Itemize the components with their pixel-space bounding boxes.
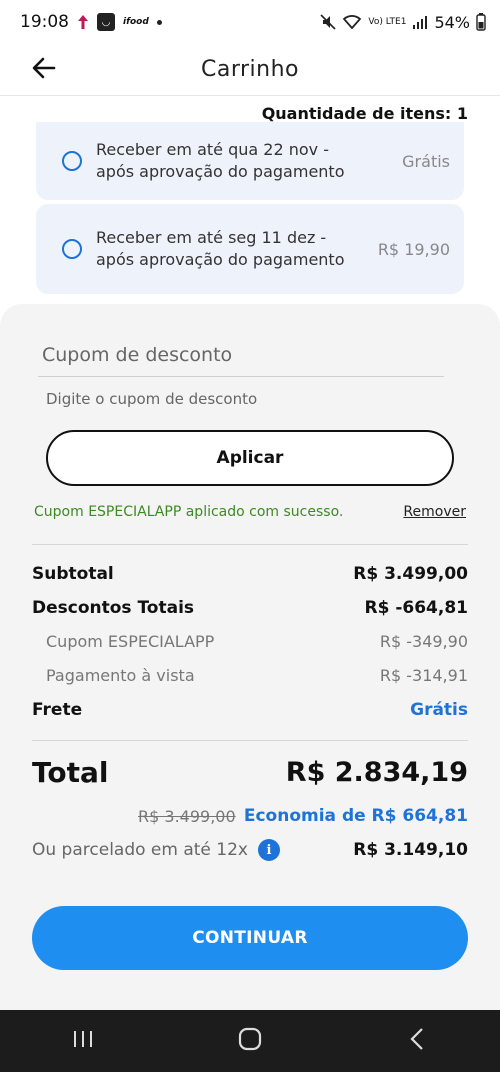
coupon-discount-label: Cupom ESPECIALAPP [46, 632, 215, 651]
economy-row: R$ 3.499,00 Economia de R$ 664,81 [32, 806, 468, 826]
coupon-success-message: Cupom ESPECIALAPP aplicado com sucesso. [34, 504, 344, 520]
installment-label: Ou parcelado em até 12x [32, 840, 248, 860]
shipping-option-paid[interactable]: Receber em até seg 11 dez - após aprovaç… [36, 204, 464, 294]
page-title: Carrinho [200, 57, 299, 82]
status-time: 19:08 [20, 12, 69, 32]
total-row: Total R$ 2.834,19 [32, 756, 468, 789]
shipping-option-radio[interactable] [62, 151, 82, 171]
cash-discount-row: Pagamento à vista R$ -314,91 [32, 666, 468, 685]
cash-discount-label: Pagamento à vista [46, 666, 195, 685]
home-icon [238, 1027, 262, 1055]
economy-label: Economia de R$ 664,81 [243, 806, 468, 826]
upload-arrow-icon [77, 14, 89, 30]
subtotal-label: Subtotal [32, 564, 114, 584]
recent-apps-icon [72, 1029, 94, 1053]
mute-icon [320, 14, 336, 30]
shipping-value: Grátis [410, 700, 468, 720]
app-bar: Carrinho [0, 44, 500, 96]
coupon-discount-value: R$ -349,90 [379, 632, 468, 651]
shipping-option-price: Grátis [402, 151, 450, 171]
discounts-row: Descontos Totais R$ -664,81 [32, 598, 468, 618]
arrow-left-icon [32, 57, 56, 83]
recent-apps-button[interactable] [53, 1016, 113, 1066]
home-button[interactable] [220, 1016, 280, 1066]
signal-icon [412, 15, 428, 29]
shipping-option-radio[interactable] [62, 239, 82, 259]
system-nav-bar [0, 1010, 500, 1072]
coupon-underline [38, 376, 444, 377]
status-right: Vo) LTE1 54% [320, 13, 486, 32]
shopping-bag-icon: ◡ [97, 13, 115, 31]
total-value: R$ 2.834,19 [285, 757, 468, 788]
installment-left: Ou parcelado em até 12x i [32, 839, 280, 861]
subtotal-value: R$ 3.499,00 [353, 564, 468, 584]
shipping-option-free[interactable]: Receber em até qua 22 nov - após aprovaç… [36, 122, 464, 200]
discounts-label: Descontos Totais [32, 598, 195, 618]
info-icon[interactable]: i [258, 839, 280, 861]
system-back-button[interactable] [387, 1016, 447, 1066]
continue-button[interactable]: CONTINUAR [32, 906, 468, 970]
total-label: Total [32, 756, 109, 789]
status-bar: 19:08 ◡ ifood Vo) LTE1 54% [0, 0, 500, 44]
cash-discount-value: R$ -314,91 [379, 666, 468, 685]
network-type-label: Vo) LTE1 [368, 16, 407, 27]
item-quantity-label: Quantidade de itens: 1 [261, 104, 468, 123]
coupon-input[interactable] [38, 334, 444, 378]
notification-dot-icon [156, 19, 162, 25]
discounts-value: R$ -664,81 [364, 598, 469, 618]
divider [32, 544, 468, 545]
shipping-option-price: R$ 19,90 [377, 239, 450, 259]
subtotal-row: Subtotal R$ 3.499,00 [32, 564, 468, 584]
divider [32, 740, 468, 741]
shipping-label: Frete [32, 700, 83, 720]
shipping-option-label: Receber em até seg 11 dez - após aprovaç… [96, 228, 345, 269]
shipping-option-label: Receber em até qua 22 nov - após aprovaç… [96, 140, 345, 181]
installment-row: Ou parcelado em até 12x i R$ 3.149,10 [32, 839, 468, 861]
apply-coupon-button[interactable]: Aplicar [46, 430, 454, 486]
status-left: 19:08 ◡ ifood [20, 12, 162, 32]
coupon-hint: Digite o cupom de desconto [46, 390, 258, 408]
chevron-left-icon [409, 1027, 425, 1055]
order-summary-panel: Cupom de desconto Digite o cupom de desc… [0, 304, 500, 1010]
old-price: R$ 3.499,00 [138, 806, 236, 826]
installment-value: R$ 3.149,10 [353, 840, 468, 860]
ifood-notification-label: ifood [123, 17, 149, 27]
coupon-discount-row: Cupom ESPECIALAPP R$ -349,90 [32, 632, 468, 651]
back-button[interactable] [24, 50, 64, 90]
battery-icon [476, 13, 486, 31]
shipping-row: Frete Grátis [32, 700, 468, 720]
battery-percent: 54% [434, 12, 470, 32]
remove-coupon-link[interactable]: Remover [403, 504, 466, 520]
wifi-icon [342, 14, 362, 30]
